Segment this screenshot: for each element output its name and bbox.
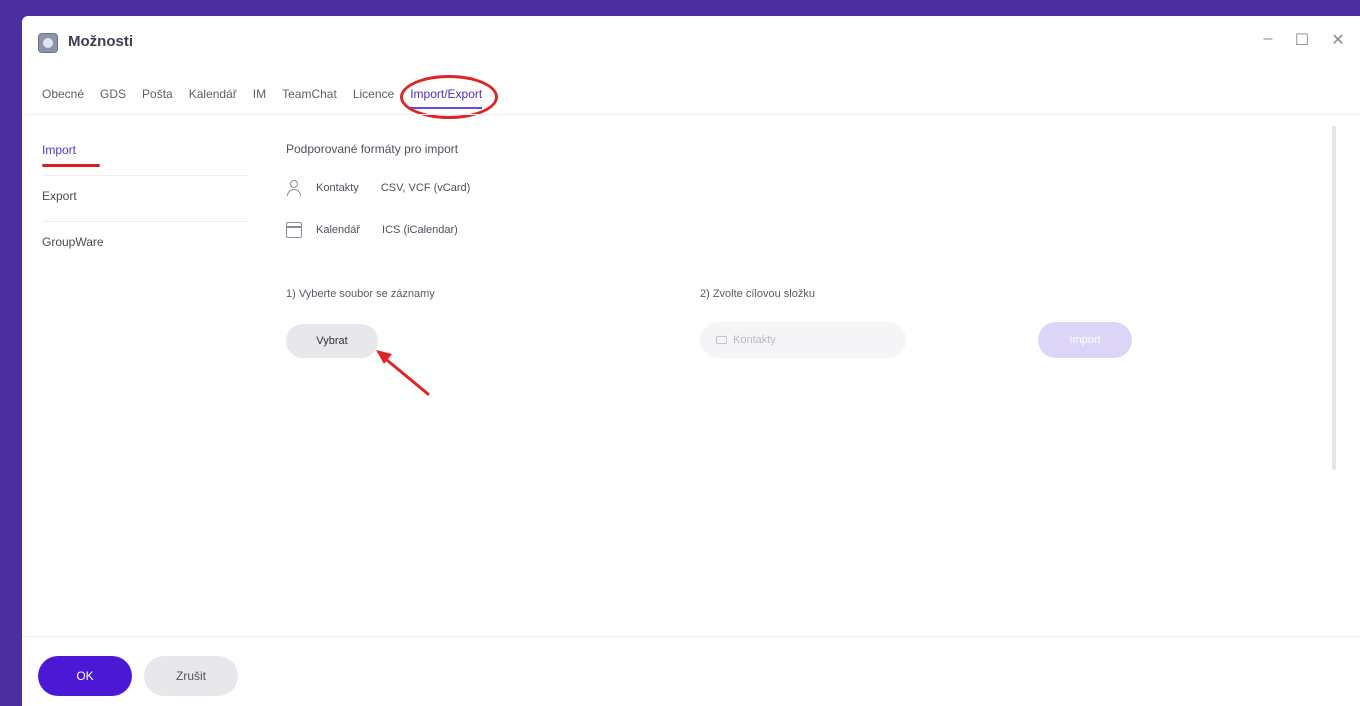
formats-heading: Podporované formáty pro import: [286, 142, 459, 156]
tab-mail[interactable]: Pošta: [142, 87, 173, 101]
sidebar-item-label: GroupWare: [42, 235, 104, 249]
tab-im[interactable]: IM: [253, 87, 266, 101]
footer-divider: [22, 636, 1360, 637]
import-panel: Podporované formáty pro import Kontakty …: [286, 130, 1320, 626]
choose-file-button[interactable]: Vybrat: [286, 324, 378, 358]
format-types: CSV, VCF (vCard): [380, 182, 471, 194]
person-icon: [286, 180, 302, 196]
format-row-calendar: Kalendář ICS (iCalendar): [286, 222, 458, 238]
tab-bar: Obecné GDS Pošta Kalendář IM TeamChat Li…: [22, 74, 1360, 114]
tab-import-export[interactable]: Import/Export: [410, 87, 483, 109]
folder-icon: [716, 336, 727, 344]
tab-licence[interactable]: Licence: [353, 87, 394, 101]
window-title: Možnosti: [68, 33, 133, 50]
ok-button[interactable]: OK: [38, 656, 132, 696]
app-icon: [38, 33, 58, 53]
annotation-arrow: [376, 350, 430, 396]
folder-placeholder: Kontakty: [733, 334, 776, 346]
maximize-button[interactable]: ☐: [1290, 30, 1314, 50]
tabs-divider: [22, 114, 1360, 115]
target-folder-select[interactable]: Kontakty: [700, 322, 906, 358]
minimize-button[interactable]: –: [1256, 30, 1280, 48]
close-button[interactable]: ✕: [1326, 30, 1350, 50]
import-button[interactable]: Import: [1038, 322, 1132, 358]
step1-label: 1) Vyberte soubor se záznamy: [286, 288, 435, 300]
sidebar-item-label: Import: [42, 143, 77, 157]
format-row-contacts: Kontakty CSV, VCF (vCard): [286, 180, 470, 196]
scrollbar[interactable]: [1332, 126, 1336, 470]
options-dialog: Možnosti – ☐ ✕ Obecné GDS Pošta Kalendář…: [22, 16, 1360, 706]
tab-general[interactable]: Obecné: [42, 87, 84, 101]
sidebar-item-label: Export: [42, 189, 77, 203]
tab-calendar[interactable]: Kalendář: [189, 87, 237, 101]
format-name: Kontakty: [316, 182, 359, 194]
format-types: ICS (iCalendar): [382, 224, 458, 236]
sidebar-item-import[interactable]: Import: [42, 130, 248, 176]
calendar-icon: [286, 222, 302, 238]
tab-gds[interactable]: GDS: [100, 87, 126, 101]
cancel-button[interactable]: Zrušit: [144, 656, 238, 696]
step2-label: 2) Zvolte cílovou složku: [700, 288, 815, 300]
sidebar-item-export[interactable]: Export: [42, 176, 248, 222]
annotation-underline: [42, 164, 100, 167]
sidebar: Import Export GroupWare: [42, 130, 248, 267]
sidebar-item-groupware[interactable]: GroupWare: [42, 222, 248, 267]
format-name: Kalendář: [316, 224, 361, 236]
tab-teamchat[interactable]: TeamChat: [282, 87, 337, 101]
title-bar: Možnosti – ☐ ✕: [22, 16, 1360, 60]
